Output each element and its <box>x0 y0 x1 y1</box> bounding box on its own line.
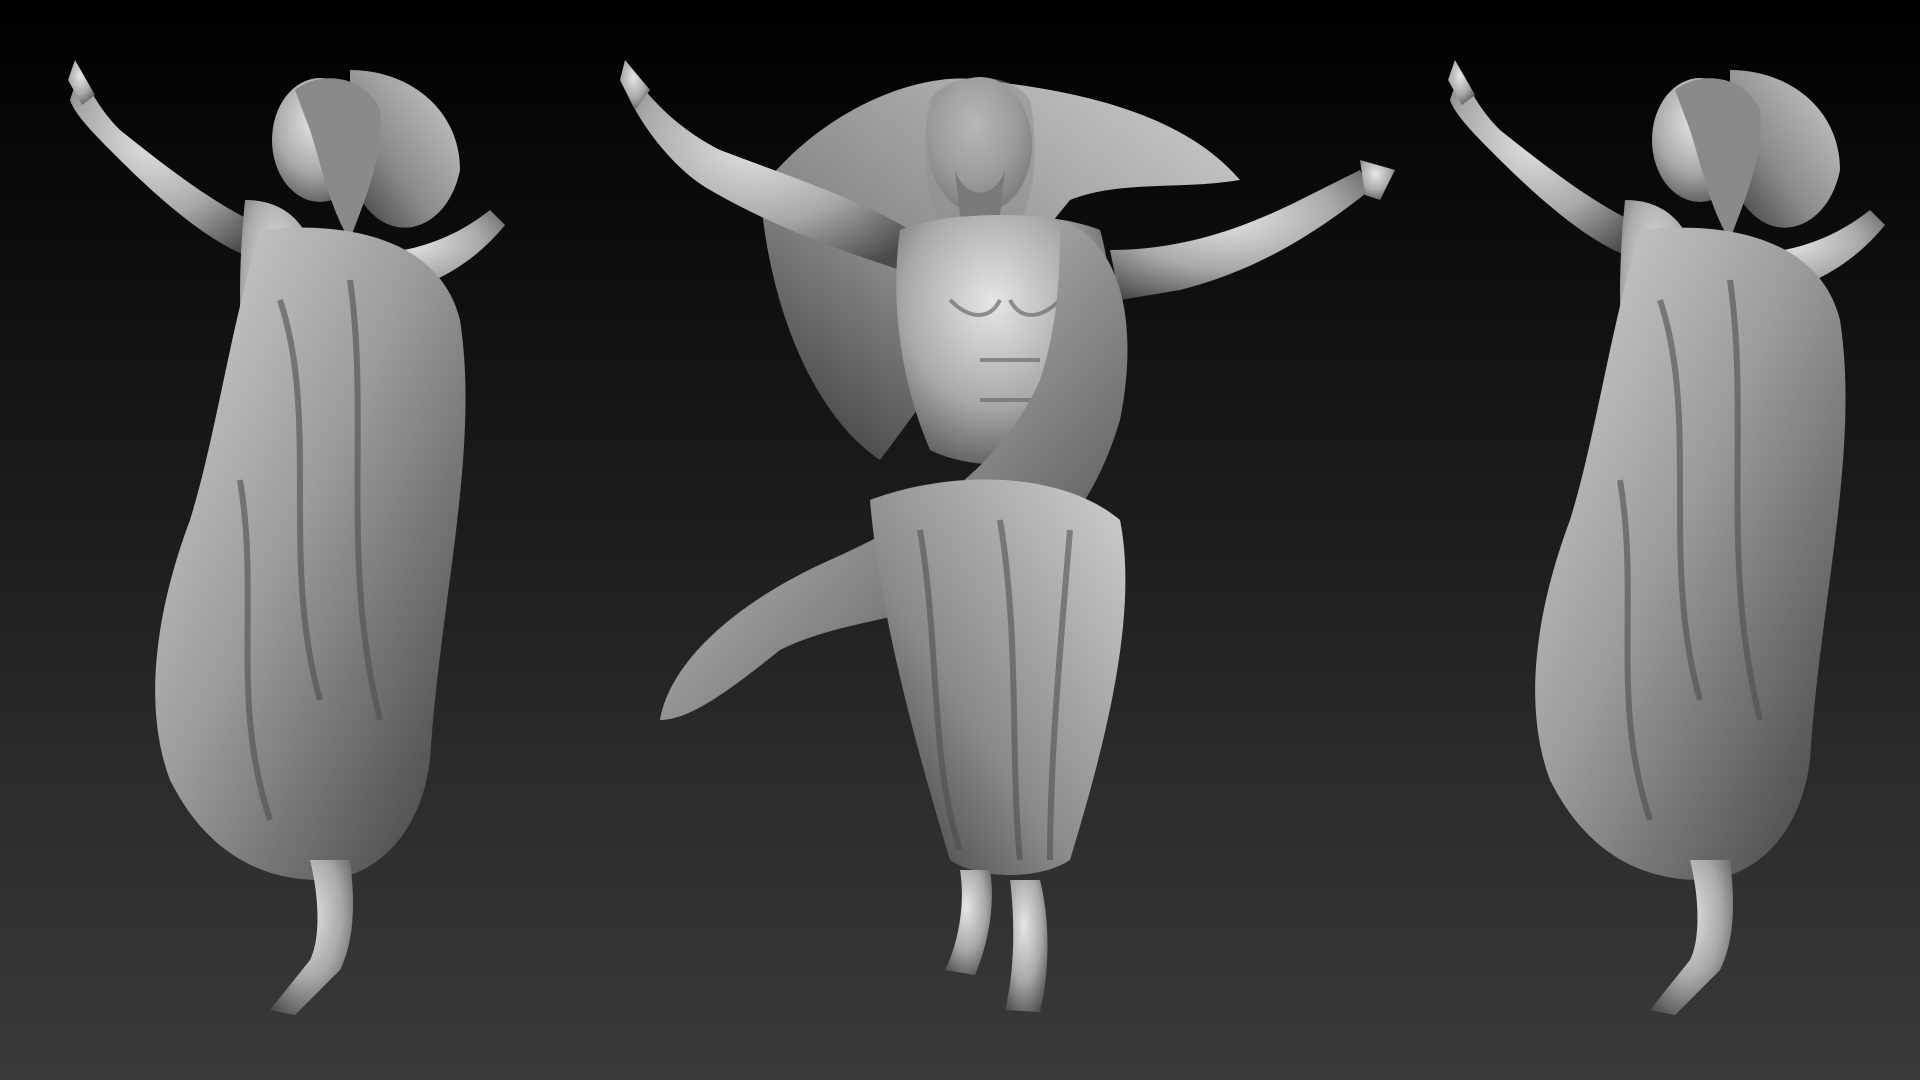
hand-right <box>1360 160 1395 200</box>
robe <box>1535 227 1846 880</box>
lower-robe <box>870 479 1126 875</box>
robe <box>155 227 466 880</box>
figure-front <box>620 60 1395 1012</box>
foot-left <box>945 870 992 975</box>
raised-arm <box>70 70 260 260</box>
arm-right <box>1110 170 1370 300</box>
foot <box>270 860 353 1015</box>
raised-arm <box>1450 70 1640 260</box>
sculpture-front-view <box>620 0 1420 1080</box>
sculpture-side-view-left <box>20 0 520 1080</box>
figure-side-right <box>1448 60 1885 1015</box>
figure-side-left <box>68 60 505 1015</box>
render-viewport <box>0 0 1920 1080</box>
sculpture-side-view-right <box>1400 0 1900 1080</box>
foot <box>1650 860 1733 1015</box>
foot-right <box>1005 880 1048 1012</box>
